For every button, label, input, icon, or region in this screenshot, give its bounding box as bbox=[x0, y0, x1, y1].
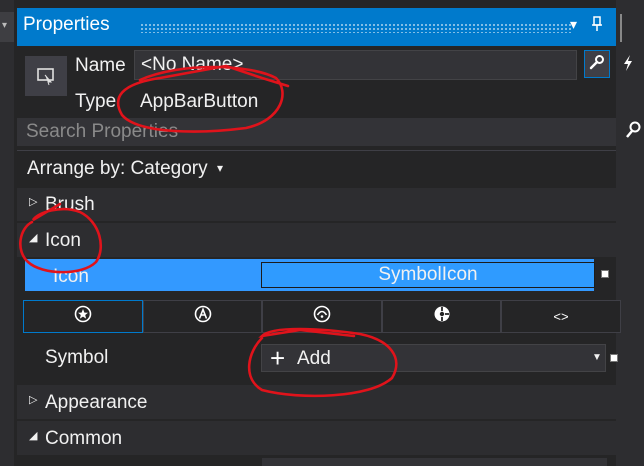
left-dock-strip: ▾ bbox=[0, 0, 14, 466]
category-icon[interactable] bbox=[17, 223, 616, 257]
category-brush[interactable] bbox=[17, 188, 616, 221]
chevron-down-icon[interactable]: ▼ bbox=[592, 352, 602, 363]
category-label-appearance: Appearance bbox=[45, 392, 148, 413]
icon-type-value[interactable]: SymbolIcon bbox=[261, 262, 595, 288]
scrollbar[interactable] bbox=[620, 14, 622, 42]
name-label: Name bbox=[75, 55, 126, 76]
expand-arrow-icon[interactable]: ▷ bbox=[29, 393, 37, 406]
expand-arrow-icon[interactable]: ▷ bbox=[29, 195, 37, 208]
divider bbox=[17, 150, 616, 151]
window-menu-button[interactable]: ▾ bbox=[570, 16, 577, 33]
properties-wrench-button[interactable] bbox=[584, 50, 610, 78]
add-label: Add bbox=[297, 348, 331, 369]
font-icon bbox=[194, 305, 212, 328]
icon-type-tabs: <> bbox=[23, 300, 621, 333]
events-button[interactable] bbox=[618, 52, 638, 78]
tab-font-icon[interactable] bbox=[143, 300, 262, 333]
path-icon bbox=[313, 305, 331, 328]
tab-code-icon[interactable]: <> bbox=[501, 300, 621, 333]
chevron-down-icon[interactable]: ▾ bbox=[217, 161, 223, 175]
wrench-icon bbox=[589, 54, 605, 75]
code-icon: <> bbox=[553, 309, 569, 324]
bitmap-icon bbox=[433, 305, 451, 328]
tab-path-icon[interactable] bbox=[262, 300, 382, 333]
lightning-bolt-icon bbox=[622, 54, 634, 77]
chevron-down-icon[interactable]: ▾ bbox=[2, 20, 7, 31]
title-bar: Properties ▾ bbox=[17, 8, 616, 46]
plus-icon: + bbox=[270, 343, 286, 373]
arrange-by-dropdown[interactable]: Arrange by: Category bbox=[27, 158, 208, 180]
element-type-icon bbox=[25, 56, 67, 96]
pin-icon[interactable] bbox=[591, 16, 603, 35]
next-field[interactable] bbox=[262, 458, 607, 466]
collapse-arrow-icon[interactable]: ◢ bbox=[29, 231, 37, 244]
collapse-arrow-icon[interactable]: ◢ bbox=[29, 429, 37, 442]
tab-symbol-icon[interactable] bbox=[23, 300, 143, 333]
advanced-options-marker[interactable] bbox=[610, 354, 618, 362]
type-label: Type bbox=[75, 91, 117, 112]
star-icon bbox=[74, 305, 92, 328]
tab-bitmap-icon[interactable] bbox=[382, 300, 501, 333]
search-icon[interactable] bbox=[626, 121, 642, 144]
type-value: AppBarButton bbox=[140, 91, 259, 112]
category-label-brush: Brush bbox=[45, 194, 95, 215]
category-label-icon: Icon bbox=[45, 230, 81, 251]
icon-property-label: Icon bbox=[53, 266, 89, 287]
category-label-common: Common bbox=[45, 428, 123, 449]
name-field[interactable]: <No Name> bbox=[134, 50, 577, 80]
advanced-options-marker[interactable] bbox=[601, 270, 609, 278]
symbol-label: Symbol bbox=[45, 347, 109, 368]
search-input[interactable]: Search Properties bbox=[17, 118, 616, 146]
title-grip[interactable] bbox=[140, 23, 572, 33]
window-title: Properties bbox=[23, 14, 110, 35]
